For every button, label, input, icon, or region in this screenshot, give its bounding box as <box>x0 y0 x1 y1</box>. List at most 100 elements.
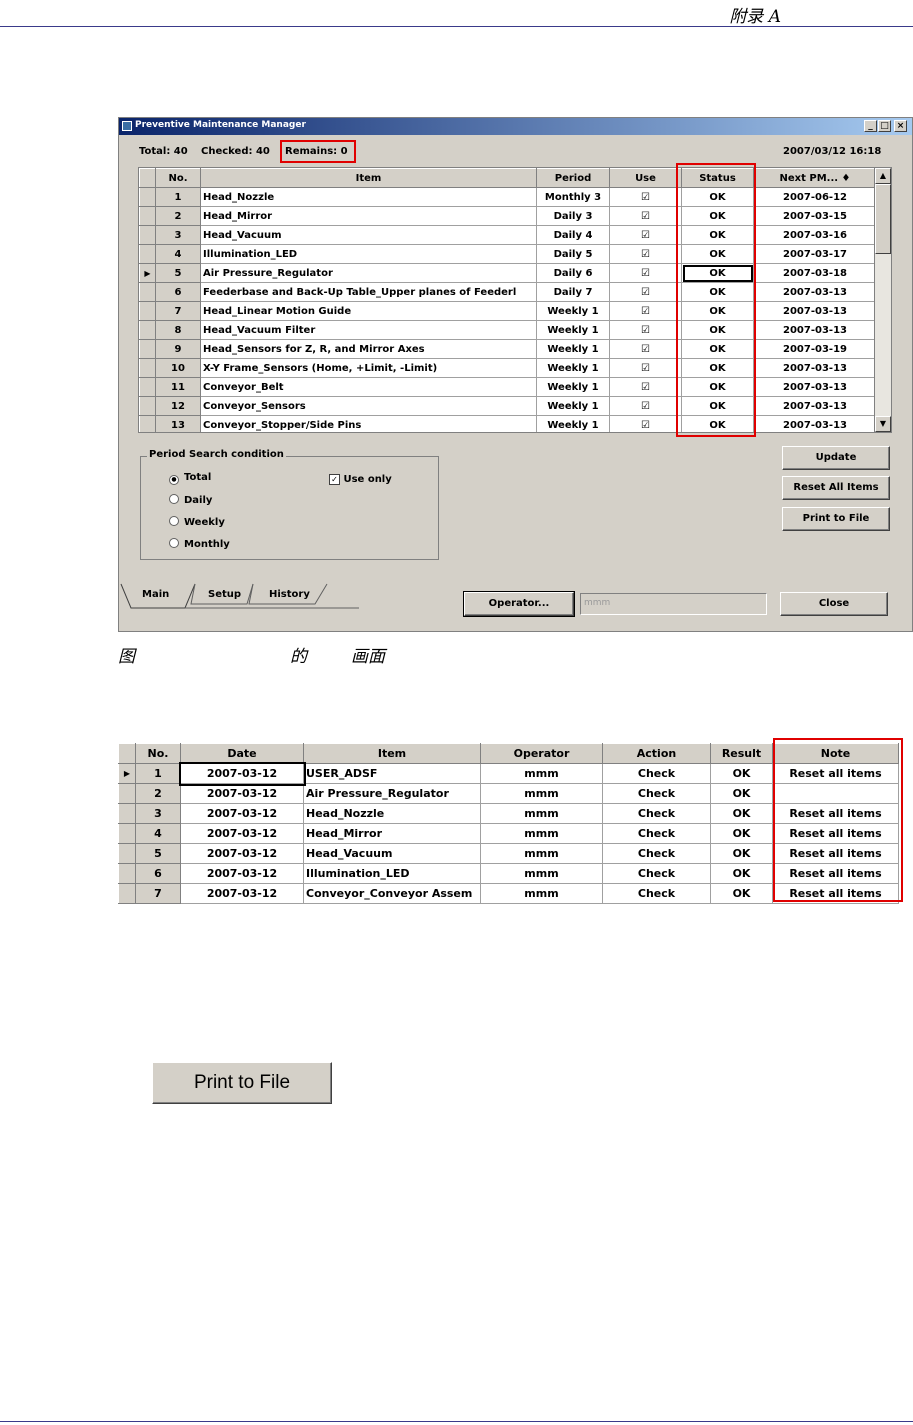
operator-field[interactable]: mmm <box>580 593 767 615</box>
table-row[interactable]: 3 Head_Vacuum Daily 4 ☑ OK 2007-03-16 <box>139 225 877 245</box>
radio-monthly[interactable]: Monthly <box>169 538 230 550</box>
row-action: Check <box>602 783 711 804</box>
minimize-button[interactable]: _ <box>864 120 877 132</box>
row-use-checkbox[interactable]: ☑ <box>609 263 682 283</box>
header-indicator <box>139 168 156 188</box>
row-result: OK <box>710 883 773 904</box>
row-no: 10 <box>155 358 201 378</box>
row-use-checkbox[interactable]: ☑ <box>609 244 682 264</box>
period-search-group: Period Search condition ● Total Daily Wee… <box>140 449 439 560</box>
scroll-up-arrow-icon[interactable]: ▲ <box>875 168 891 184</box>
row-no: 7 <box>135 883 181 904</box>
row-use-checkbox[interactable]: ☑ <box>609 206 682 226</box>
scroll-thumb[interactable] <box>875 184 891 254</box>
row-indicator: ▶ <box>118 763 136 784</box>
radio-daily[interactable]: Daily <box>169 494 212 506</box>
row-item: Head_Linear Motion Guide <box>200 301 537 321</box>
table-row[interactable]: 11 Conveyor_Belt Weekly 1 ☑ OK 2007-03-13 <box>139 377 877 397</box>
table-row[interactable]: 4 Illumination_LED Daily 5 ☑ OK 2007-03-17 <box>139 244 877 264</box>
row-period: Daily 6 <box>536 263 610 283</box>
row-period: Daily 4 <box>536 225 610 245</box>
row-item: Head_Vacuum Filter <box>200 320 537 340</box>
history-header-result[interactable]: Result <box>710 743 773 764</box>
maximize-button[interactable]: □ <box>878 120 891 132</box>
row-item: Conveyor_Belt <box>200 377 537 397</box>
history-header-action[interactable]: Action <box>602 743 711 764</box>
row-action: Check <box>602 823 711 844</box>
table-row[interactable]: 2 Head_Mirror Daily 3 ☑ OK 2007-03-15 <box>139 206 877 226</box>
row-use-checkbox[interactable]: ☑ <box>609 339 682 359</box>
scroll-down-arrow-icon[interactable]: ▼ <box>875 416 891 432</box>
row-item: Head_Nozzle <box>200 187 537 207</box>
row-no: 13 <box>155 415 201 432</box>
row-indicator <box>139 377 156 397</box>
row-use-checkbox[interactable]: ☑ <box>609 225 682 245</box>
table-row[interactable]: 13 Conveyor_Stopper/Side Pins Weekly 1 ☑ OK 2… <box>139 415 877 432</box>
row-no: 11 <box>155 377 201 397</box>
row-use-checkbox[interactable]: ☑ <box>609 358 682 378</box>
history-header-operator[interactable]: Operator <box>480 743 603 764</box>
row-use-checkbox[interactable]: ☑ <box>609 377 682 397</box>
table-row[interactable]: 8 Head_Vacuum Filter Weekly 1 ☑ OK 2007-03-13 <box>139 320 877 340</box>
use-only-checkbox[interactable]: ✓ Use only <box>329 474 392 485</box>
row-next-pm: 2007-03-13 <box>753 377 877 397</box>
row-result: OK <box>710 843 773 864</box>
history-header-indicator <box>118 743 136 764</box>
row-indicator <box>118 803 136 824</box>
row-indicator <box>118 843 136 864</box>
header-item[interactable]: Item <box>200 168 537 188</box>
row-no: 5 <box>135 843 181 864</box>
row-indicator <box>118 863 136 884</box>
row-use-checkbox[interactable]: ☑ <box>609 415 682 432</box>
row-indicator <box>139 206 156 226</box>
row-indicator <box>118 823 136 844</box>
close-button[interactable]: Close <box>780 592 888 616</box>
radio-icon <box>169 516 179 526</box>
close-window-button[interactable]: × <box>894 120 907 132</box>
row-no: 5 <box>155 263 201 283</box>
row-next-pm: 2007-03-16 <box>753 225 877 245</box>
row-item: Air Pressure_Regulator <box>200 263 537 283</box>
row-no: 12 <box>155 396 201 416</box>
header-period[interactable]: Period <box>536 168 610 188</box>
header-next-pm[interactable]: Next PM... ♦ <box>753 168 877 188</box>
radio-weekly[interactable]: Weekly <box>169 516 225 528</box>
row-use-checkbox[interactable]: ☑ <box>609 396 682 416</box>
reset-all-items-button[interactable]: Reset All Items <box>782 476 890 500</box>
row-item: Air Pressure_Regulator <box>303 783 481 804</box>
history-header-no[interactable]: No. <box>135 743 181 764</box>
tab-history[interactable]: History <box>269 589 310 600</box>
table-row[interactable]: 12 Conveyor_Sensors Weekly 1 ☑ OK 2007-03-13 <box>139 396 877 416</box>
row-use-checkbox[interactable]: ☑ <box>609 187 682 207</box>
tab-main[interactable]: Main <box>142 589 169 600</box>
row-result: OK <box>710 803 773 824</box>
print-to-file-button-large[interactable]: Print to File <box>152 1062 332 1104</box>
row-action: Check <box>602 843 711 864</box>
operator-button[interactable]: Operator... <box>463 591 575 617</box>
radio-total[interactable]: ● Total <box>169 472 211 485</box>
checked-count: Checked: 40 <box>201 146 270 157</box>
row-period: Monthly 3 <box>536 187 610 207</box>
header-no[interactable]: No. <box>155 168 201 188</box>
row-indicator <box>139 415 156 432</box>
table-row[interactable]: 7 Head_Linear Motion Guide Weekly 1 ☑ OK 2007… <box>139 301 877 321</box>
row-use-checkbox[interactable]: ☑ <box>609 301 682 321</box>
table-row[interactable]: 10 X-Y Frame_Sensors (Home, +Limit, -Limi… <box>139 358 877 378</box>
update-button[interactable]: Update <box>782 446 890 470</box>
table-row[interactable]: 6 Feederbase and Back-Up Table_Upper plan… <box>139 282 877 302</box>
row-operator: mmm <box>480 883 603 904</box>
row-use-checkbox[interactable]: ☑ <box>609 320 682 340</box>
history-header-item[interactable]: Item <box>303 743 481 764</box>
history-header-date[interactable]: Date <box>180 743 304 764</box>
table-row[interactable]: 9 Head_Sensors for Z, R, and Mirror Axes W… <box>139 339 877 359</box>
table-row[interactable]: ▶ 5 Air Pressure_Regulator Daily 6 ☑ OK 2007-0… <box>139 263 877 283</box>
tab-setup[interactable]: Setup <box>208 589 241 600</box>
row-use-checkbox[interactable]: ☑ <box>609 282 682 302</box>
total-count: Total: 40 <box>139 146 188 157</box>
header-use[interactable]: Use <box>609 168 682 188</box>
print-to-file-button[interactable]: Print to File <box>782 507 890 531</box>
table-row[interactable]: 1 Head_Nozzle Monthly 3 ☑ OK 2007-06-12 <box>139 187 877 207</box>
row-result: OK <box>710 863 773 884</box>
title-bar: Preventive Maintenance Manager _ □ × <box>119 118 912 135</box>
grid-vertical-scrollbar[interactable]: ▲ ▼ <box>874 168 891 432</box>
